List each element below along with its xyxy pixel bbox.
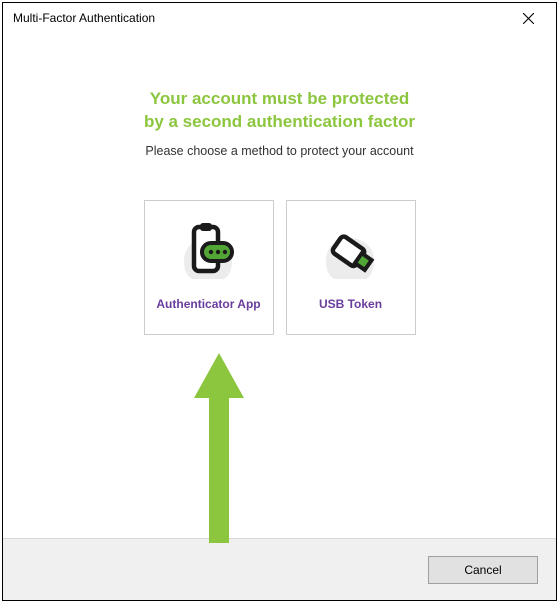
heading-line-2: by a second authentication factor: [3, 111, 556, 134]
cancel-label: Cancel: [464, 563, 501, 577]
heading: Your account must be protected by a seco…: [3, 88, 556, 134]
close-icon: [523, 13, 534, 24]
heading-line-1: Your account must be protected: [3, 88, 556, 111]
subtext: Please choose a method to protect your a…: [3, 144, 556, 158]
method-label: Authenticator App: [156, 297, 260, 311]
method-label: USB Token: [319, 297, 382, 311]
method-authenticator-app[interactable]: Authenticator App: [144, 200, 274, 335]
close-button[interactable]: [508, 4, 548, 32]
usb-token-icon: [316, 219, 386, 287]
authenticator-app-icon: [174, 219, 244, 287]
mfa-dialog: Multi-Factor Authentication Your account…: [2, 2, 557, 601]
cancel-button[interactable]: Cancel: [428, 556, 538, 584]
method-usb-token[interactable]: USB Token: [286, 200, 416, 335]
dialog-title: Multi-Factor Authentication: [13, 11, 508, 25]
footer: Cancel: [3, 538, 556, 600]
content-area: Your account must be protected by a seco…: [3, 33, 556, 538]
method-options: Authenticator App USB Token: [3, 200, 556, 335]
arrow-annotation-icon: [189, 353, 249, 553]
titlebar: Multi-Factor Authentication: [3, 3, 556, 33]
